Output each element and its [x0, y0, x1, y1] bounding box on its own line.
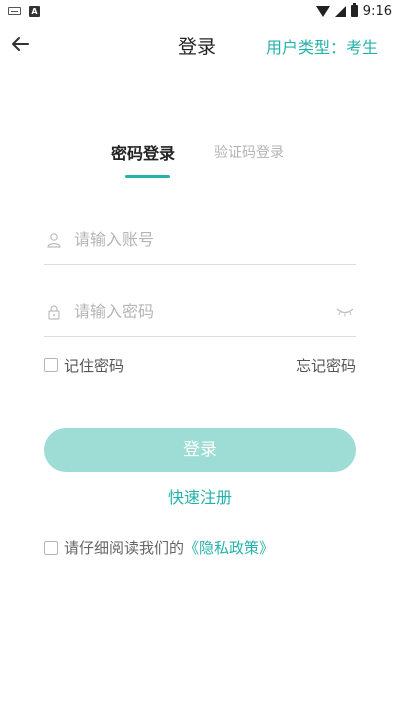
header: 登录 用户类型：考生: [0, 22, 400, 68]
battery-icon: [350, 3, 358, 17]
login-button[interactable]: 登录: [44, 428, 356, 472]
account-input[interactable]: [74, 230, 356, 249]
wifi-icon: [315, 5, 330, 17]
lock-icon: [44, 302, 64, 322]
remember-password-checkbox[interactable]: 记住密码: [44, 355, 124, 376]
eye-closed-icon[interactable]: [334, 305, 356, 319]
page-title: 登录: [178, 36, 217, 58]
status-right: 9:16: [315, 3, 392, 19]
tab-code-login[interactable]: 验证码登录: [214, 142, 284, 162]
arrow-left-icon: [12, 37, 29, 51]
checkbox-icon[interactable]: [44, 358, 58, 372]
status-left: A: [8, 5, 40, 17]
back-button[interactable]: [8, 32, 32, 56]
privacy-text: 请仔细阅读我们的: [64, 539, 185, 557]
signal-icon: [334, 5, 346, 17]
keyboard-icon: [8, 7, 21, 15]
forgot-password-link[interactable]: 忘记密码: [296, 355, 356, 376]
quick-register-link[interactable]: 快速注册: [0, 484, 400, 508]
user-type-selector[interactable]: 用户类型：考生: [266, 34, 378, 58]
user-icon: [44, 230, 64, 250]
options-row: 记住密码 忘记密码: [44, 352, 356, 378]
account-field: [44, 215, 356, 265]
tab-indicator: [125, 175, 170, 178]
privacy-row: 请仔细阅读我们的 《隐私政策》: [44, 537, 274, 558]
privacy-policy-link[interactable]: 《隐私政策》: [184, 537, 274, 558]
status-time: 9:16: [362, 3, 392, 19]
privacy-checkbox[interactable]: [44, 540, 58, 555]
login-tabs: 密码登录 验证码登录: [0, 140, 400, 180]
status-bar: A 9:16: [0, 0, 400, 22]
remember-password-label: 记住密码: [64, 356, 125, 375]
tab-password-login[interactable]: 密码登录: [111, 140, 175, 164]
app-notification-icon: A: [29, 5, 40, 17]
password-field: [44, 287, 356, 337]
password-input[interactable]: [74, 302, 334, 321]
